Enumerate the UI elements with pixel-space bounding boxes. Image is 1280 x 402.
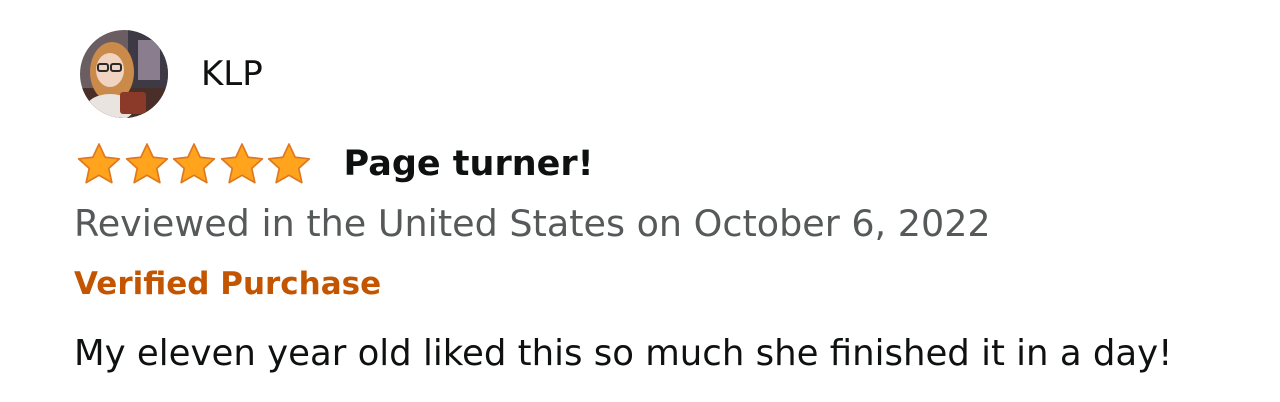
review-card: KLP Page turner! Reviewed in the United … [0, 0, 1280, 402]
star-rating[interactable] [76, 141, 314, 187]
avatar-photo-icon [80, 30, 168, 118]
avatar[interactable] [80, 30, 168, 118]
star-icon [219, 141, 265, 187]
reviewer-name[interactable]: KLP [201, 54, 263, 94]
verified-purchase-badge[interactable]: Verified Purchase [74, 266, 381, 302]
star-icon [124, 141, 170, 187]
review-body: My eleven year old liked this so much sh… [74, 333, 1173, 374]
review-title[interactable]: Page turner! [344, 144, 594, 184]
star-icon [266, 141, 312, 187]
review-date: Reviewed in the United States on October… [74, 202, 991, 245]
reviewer-profile[interactable]: KLP [80, 30, 263, 118]
star-icon [171, 141, 217, 187]
rating-row: Page turner! [76, 136, 594, 192]
star-icon [76, 141, 122, 187]
